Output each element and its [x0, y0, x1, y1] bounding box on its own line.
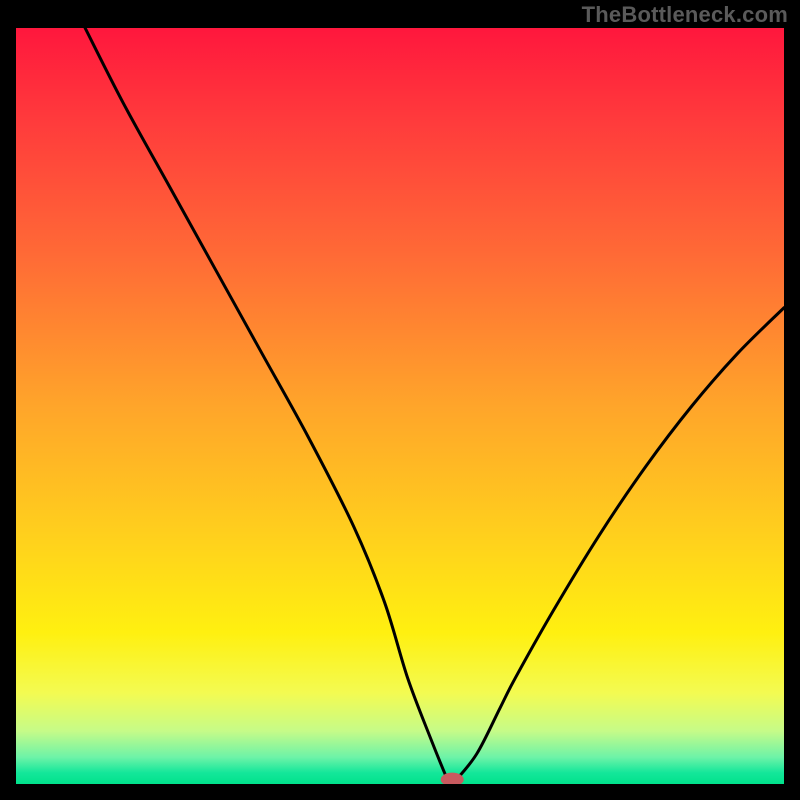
- plot-area: [16, 28, 784, 784]
- chart-svg: [16, 28, 784, 784]
- chart-frame: TheBottleneck.com: [0, 0, 800, 800]
- gradient-background: [16, 28, 784, 784]
- watermark-text: TheBottleneck.com: [582, 2, 788, 28]
